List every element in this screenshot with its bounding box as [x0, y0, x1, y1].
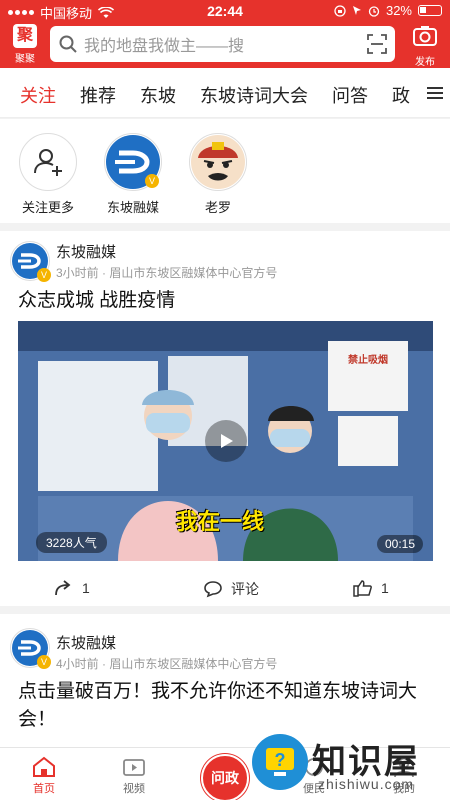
feed-card[interactable]: V 东坡融媒 3小时前 · 眉山市东坡区融媒体中心官方号 众志成城 战胜疫情 禁…	[0, 231, 450, 606]
author-name[interactable]: 东坡融媒	[56, 241, 116, 262]
video-player[interactable]: 禁止吸烟 我在一线 3228人气 00:15	[18, 321, 433, 561]
author-name[interactable]: 东坡融媒	[56, 632, 116, 653]
tab-recommend[interactable]: 推荐	[80, 82, 116, 108]
watermark-url: zhishiwu.com	[318, 776, 415, 792]
battery-percent: 32%	[385, 3, 412, 18]
nav-video-label: 视频	[123, 783, 145, 795]
tab-qa[interactable]: 问答	[332, 82, 368, 108]
location-icon	[352, 5, 361, 15]
battery-icon	[418, 5, 442, 16]
status-bar: 中国移动 22:44 32%	[0, 0, 450, 22]
video-caption: 我在一线	[176, 509, 265, 534]
camera-icon	[413, 26, 437, 46]
thumbs-up-icon	[353, 580, 372, 597]
share-count: 1	[82, 580, 90, 596]
scan-icon[interactable]	[367, 34, 387, 54]
nav-home[interactable]: 首页	[14, 754, 74, 796]
author-avatar[interactable]: V	[10, 628, 51, 669]
lock-rotation-icon	[334, 4, 346, 17]
follow-item-name: 关注更多	[21, 200, 74, 215]
post-title[interactable]: 点击量破百万！我不允许你还不知道东坡诗词大会！	[18, 678, 432, 734]
comment-button[interactable]: 评论	[203, 579, 259, 599]
author-avatar[interactable]: V	[10, 241, 51, 282]
watermark: ? 知识屋 zhishiwu.com	[252, 730, 450, 800]
comment-icon	[204, 581, 222, 598]
comment-label: 评论	[231, 581, 259, 597]
follow-item-dongpo-media[interactable]: V 东坡融媒	[98, 133, 168, 216]
view-count: 3228人气	[36, 532, 107, 553]
search-icon	[59, 35, 77, 53]
dongpo-media-avatar: V	[104, 133, 162, 191]
tab-poetry-contest[interactable]: 东坡诗词大会	[200, 82, 308, 108]
home-icon	[33, 756, 55, 777]
follow-more-item[interactable]: 关注更多	[13, 133, 83, 216]
play-button[interactable]	[205, 420, 247, 462]
follow-row: 关注更多 V 东坡融媒 老罗	[0, 119, 450, 223]
tab-follow[interactable]: 关注	[20, 82, 56, 108]
follow-item-name: 老罗	[204, 200, 231, 215]
app-logo-label: 聚聚	[15, 54, 35, 65]
watermark-logo-icon: ?	[252, 734, 308, 790]
app-header: 中国移动 22:44 32% 聚 聚聚 我的地盘我做主——搜 发布	[0, 0, 450, 68]
like-button[interactable]: 1	[353, 579, 389, 597]
play-icon	[221, 434, 233, 448]
nav-politics-button[interactable]: 问政	[201, 754, 249, 800]
lao-luo-avatar	[189, 133, 247, 191]
follow-item-lao-luo[interactable]: 老罗	[183, 133, 253, 216]
follow-item-name: 东坡融媒	[106, 200, 159, 215]
verified-badge-icon: V	[145, 174, 159, 188]
share-button[interactable]: 1	[54, 579, 90, 597]
svg-text:?: ?	[275, 750, 286, 770]
share-icon	[55, 580, 71, 596]
tab-dongpo[interactable]: 东坡	[140, 82, 176, 108]
post-meta: 4小时前 · 眉山市东坡区融媒体中心官方号	[56, 657, 278, 671]
nav-video[interactable]: 视频	[104, 754, 164, 796]
video-duration: 00:15	[376, 535, 423, 553]
verified-badge-icon: V	[37, 655, 51, 669]
tab-menu-button[interactable]	[420, 68, 450, 117]
publish-label: 发布	[415, 57, 435, 68]
alarm-icon	[368, 5, 380, 17]
status-right: 32%	[334, 3, 442, 18]
nav-home-label: 首页	[33, 783, 55, 795]
tab-track: 关注 推荐 东坡 东坡诗词大会 问答 政	[20, 82, 410, 108]
like-count: 1	[381, 580, 389, 596]
tab-politics[interactable]: 政	[392, 82, 410, 108]
video-icon	[123, 759, 145, 776]
search-placeholder: 我的地盘我做主——搜	[84, 38, 245, 55]
no-smoking-sign: 禁止吸烟	[348, 355, 388, 366]
feed-card[interactable]: V 东坡融媒 4小时前 · 眉山市东坡区融媒体中心官方号 点击量破百万！我不允许…	[0, 614, 450, 747]
add-follow-icon	[19, 133, 77, 191]
app-logo-icon: 聚	[13, 24, 37, 48]
verified-badge-icon: V	[37, 268, 51, 282]
search-bar[interactable]: 我的地盘我做主——搜	[50, 26, 395, 62]
publish-button[interactable]: 发布	[408, 24, 442, 68]
post-meta: 3小时前 · 眉山市东坡区融媒体中心官方号	[56, 266, 278, 280]
channel-tabs: 关注 推荐 东坡 东坡诗词大会 问答 政	[0, 68, 450, 118]
menu-icon	[427, 87, 443, 99]
app-logo-button[interactable]: 聚 聚聚	[8, 24, 42, 66]
post-title[interactable]: 众志成城 战胜疫情	[18, 287, 432, 315]
post-actions: 1 评论 1	[0, 569, 450, 609]
